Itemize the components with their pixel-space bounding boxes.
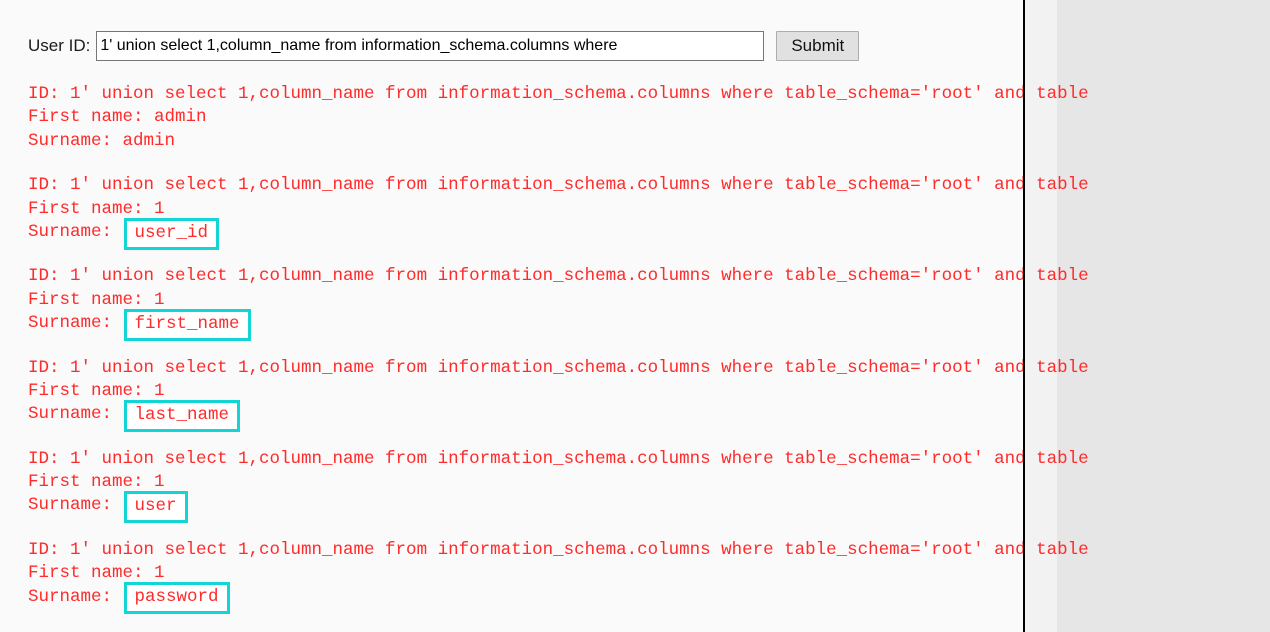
first-name-label: First name: bbox=[28, 107, 155, 128]
result-record: ID: 1' union select 1,column_name from i… bbox=[28, 265, 1270, 341]
first-name-value: 1 bbox=[154, 563, 165, 584]
highlighted-column-name: user bbox=[123, 491, 188, 524]
record-id-line: ID: 1' union select 1,column_name from i… bbox=[28, 357, 1089, 378]
record-surname-line: Surname: user bbox=[28, 491, 1270, 524]
record-id-line: ID: 1' union select 1,column_name from i… bbox=[28, 84, 1089, 104]
record-id-line: ID: 1' union select 1,column_name from i… bbox=[28, 266, 1089, 287]
surname-label: Surname: bbox=[28, 586, 123, 607]
record-surname-line: Surname: admin bbox=[28, 130, 1270, 153]
record-surname-line: Surname: last_name bbox=[28, 400, 1270, 432]
first-name-label: First name: bbox=[28, 289, 155, 310]
first-name-label: First name: bbox=[28, 198, 155, 219]
first-name-label: First name: bbox=[28, 563, 155, 584]
user-id-input[interactable] bbox=[96, 31, 765, 61]
page-root: User ID: Submit ID: 1' union select 1,co… bbox=[0, 0, 1270, 632]
first-name-value: 1 bbox=[154, 380, 165, 401]
surname-label: Surname: bbox=[28, 221, 123, 242]
first-name-value: 1 bbox=[154, 472, 165, 493]
first-name-value: admin bbox=[154, 107, 207, 128]
record-surname-line: Surname: first_name bbox=[28, 308, 1270, 341]
record-surname-line: Surname: password bbox=[28, 582, 1270, 615]
first-name-value: 1 bbox=[154, 198, 165, 219]
user-id-label: User ID: bbox=[28, 36, 91, 55]
surname-label: Surname: bbox=[28, 495, 123, 516]
result-record: ID: 1' union select 1,column_name from i… bbox=[28, 539, 1270, 615]
first-name-label: First name: bbox=[28, 472, 155, 493]
result-record: ID: 1' union select 1,column_name from i… bbox=[28, 83, 1270, 153]
result-record: ID: 1' union select 1,column_name from i… bbox=[28, 174, 1270, 250]
user-id-form: User ID: Submit bbox=[28, 31, 860, 61]
highlighted-column-name: last_name bbox=[123, 400, 241, 432]
record-first-name-line: First name: admin bbox=[28, 106, 1270, 129]
highlighted-column-name: first_name bbox=[123, 308, 251, 341]
first-name-value: 1 bbox=[154, 289, 165, 310]
record-id-line: ID: 1' union select 1,column_name from i… bbox=[28, 175, 1089, 196]
highlighted-column-name: password bbox=[123, 582, 230, 615]
record-first-name-line: First name: 1 bbox=[28, 471, 1270, 494]
result-record: ID: 1' union select 1,column_name from i… bbox=[28, 357, 1270, 432]
surname-label: Surname: bbox=[28, 313, 123, 334]
submit-button[interactable]: Submit bbox=[776, 31, 860, 61]
sql-results-output: ID: 1' union select 1,column_name from i… bbox=[28, 83, 1270, 615]
result-record: ID: 1' union select 1,column_name from i… bbox=[28, 448, 1270, 524]
highlighted-column-name: user_id bbox=[123, 217, 220, 250]
surname-label: Surname: bbox=[28, 130, 123, 151]
record-surname-line: Surname: user_id bbox=[28, 217, 1270, 250]
record-id-line: ID: 1' union select 1,column_name from i… bbox=[28, 539, 1089, 560]
record-id-line: ID: 1' union select 1,column_name from i… bbox=[28, 448, 1089, 469]
surname-label: Surname: bbox=[28, 404, 123, 425]
first-name-label: First name: bbox=[28, 380, 155, 401]
surname-value: admin bbox=[122, 130, 176, 151]
page-edge-line bbox=[1023, 0, 1025, 632]
